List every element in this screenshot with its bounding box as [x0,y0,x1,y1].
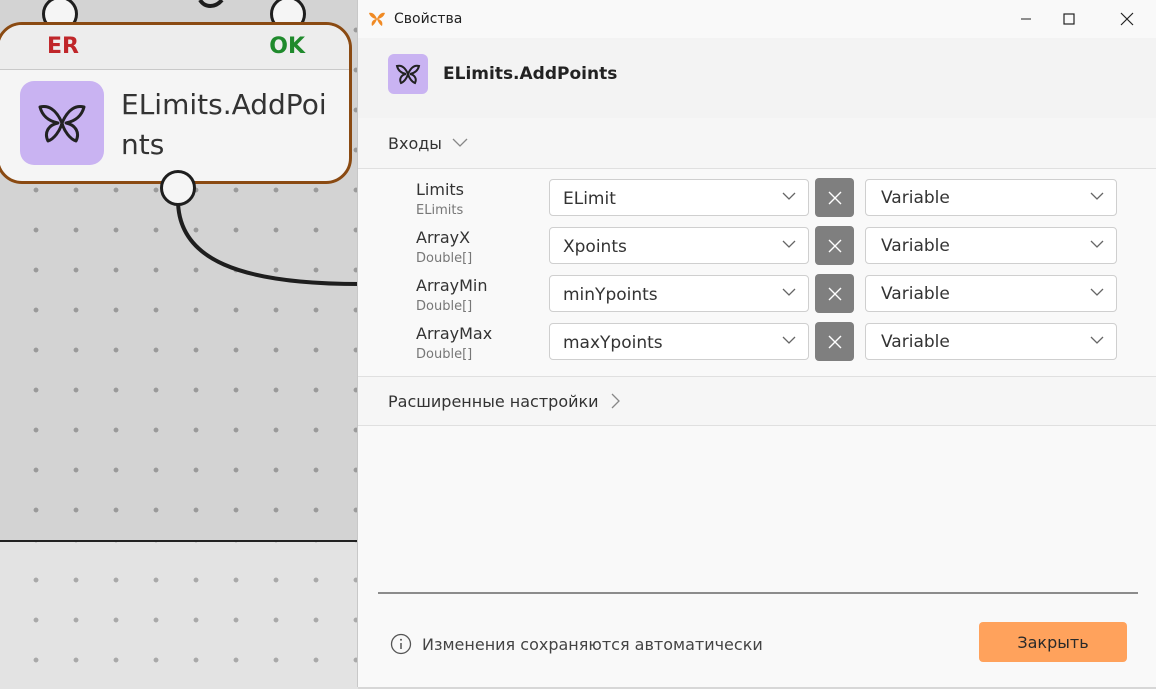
advanced-section-label: Расширенные настройки [388,392,599,411]
param-value: minYpoints [563,285,658,305]
chevron-down-icon [782,240,796,248]
param-mode: Variable [881,188,950,208]
function-node[interactable]: ER OK ELimits.AddPoints [0,22,352,184]
chevron-down-icon [782,192,796,200]
param-value-select[interactable]: maxYpoints [549,323,809,360]
param-mode-select[interactable]: Variable [865,275,1117,312]
maximize-button[interactable] [1046,0,1092,38]
wire-output [176,199,360,286]
param-type: ELimits [416,203,464,218]
param-value: maxYpoints [563,333,663,353]
close-window-button[interactable] [1104,0,1150,38]
dialog-header-title: ELimits.AddPoints [443,64,618,84]
close-icon [828,287,841,300]
chevron-down-icon [452,138,468,147]
clear-button[interactable] [815,322,854,361]
param-name: ArrayX [416,228,471,247]
maximize-icon [1063,13,1075,25]
butterfly-icon [388,54,428,94]
wire-top [198,0,224,8]
inputs-section-label: Входы [388,134,442,153]
param-value-select[interactable]: ELimit [549,179,809,216]
advanced-section-header[interactable]: Расширенные настройки [358,376,1156,426]
properties-dialog: Свойства ELimits.AddPoints Входы Limits … [357,0,1156,687]
close-dialog-button[interactable]: Закрыть [979,622,1127,662]
close-icon [1120,12,1134,26]
butterfly-icon [20,81,104,165]
clear-button[interactable] [815,274,854,313]
clear-button[interactable] [815,178,854,217]
node-header: ER OK [0,25,349,70]
param-mode-select[interactable]: Variable [865,227,1117,264]
window-title: Свойства [394,11,463,27]
chevron-right-icon [611,393,620,409]
footer-info: Изменения сохраняются автоматически [390,633,763,655]
node-error-label: ER [47,34,79,59]
param-name: ArrayMin [416,276,488,295]
app-butterfly-icon [368,11,386,31]
title-bar[interactable]: Свойства [358,0,1156,38]
chevron-down-icon [782,336,796,344]
inputs-section-header[interactable]: Входы [358,118,1156,169]
param-type: Double[] [416,299,473,314]
info-icon [390,633,412,655]
clear-button[interactable] [815,226,854,265]
chevron-down-icon [1090,336,1104,344]
param-type: Double[] [416,347,473,362]
param-type: Double[] [416,251,473,266]
close-icon [828,239,841,252]
param-mode: Variable [881,284,950,304]
param-value-select[interactable]: Xpoints [549,227,809,264]
param-mode-select[interactable]: Variable [865,323,1117,360]
chevron-down-icon [1090,192,1104,200]
chevron-down-icon [1090,288,1104,296]
param-name: ArrayMax [416,324,493,343]
node-title: ELimits.AddPoints [121,88,327,161]
param-name: Limits [416,180,464,199]
chevron-down-icon [782,288,796,296]
param-value: Xpoints [563,237,627,257]
param-mode: Variable [881,236,950,256]
footer-divider [378,592,1138,594]
close-icon [828,335,841,348]
canvas-lower-area[interactable] [0,540,358,689]
node-ok-label: OK [269,34,305,59]
minimize-icon [1021,18,1031,20]
param-value: ELimit [563,189,616,209]
output-port[interactable] [160,170,196,206]
close-icon [828,191,841,204]
dialog-header: ELimits.AddPoints [358,38,1156,118]
chevron-down-icon [1090,240,1104,248]
param-mode: Variable [881,332,950,352]
param-value-select[interactable]: minYpoints [549,275,809,312]
param-mode-select[interactable]: Variable [865,179,1117,216]
minimize-button[interactable] [1003,0,1049,38]
footer-info-text: Изменения сохраняются автоматически [422,634,763,654]
